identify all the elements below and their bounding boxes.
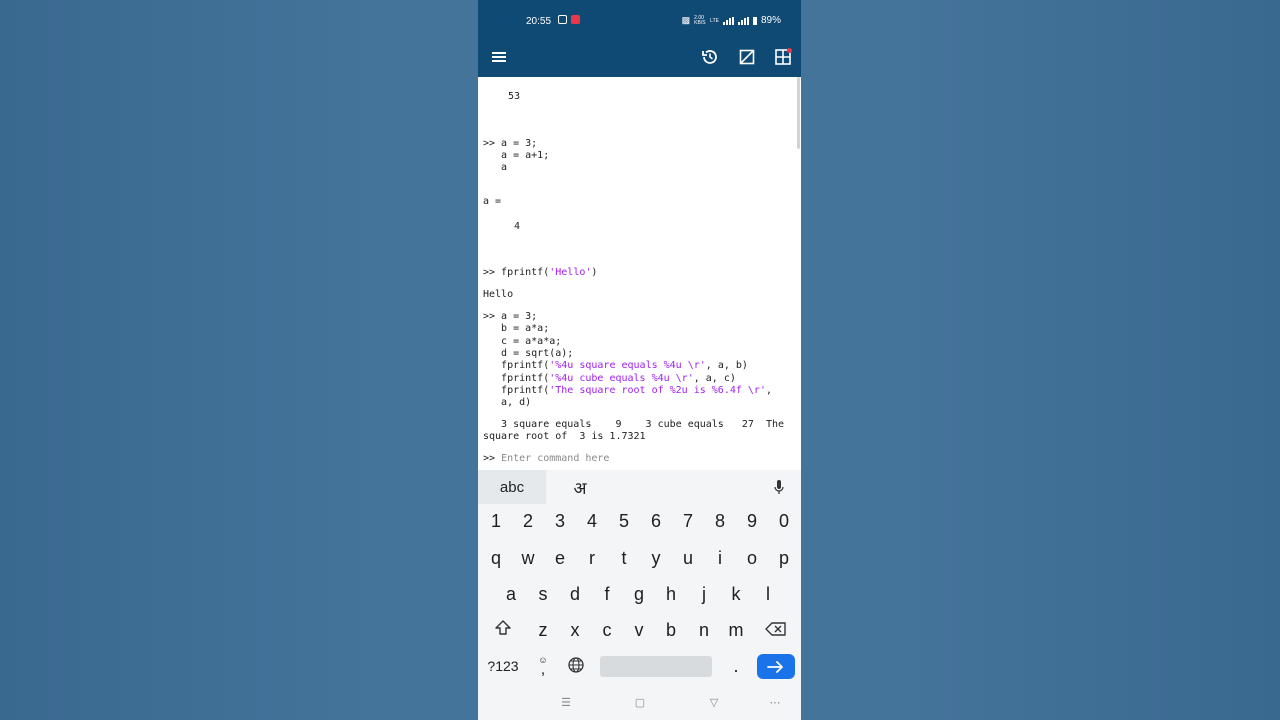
key-b[interactable]: b: [656, 618, 686, 642]
system-nav-bar: ☰ ▢ ▽ ⋯: [478, 688, 801, 720]
command-input-row[interactable]: >> Enter command here: [483, 453, 609, 465]
key-y[interactable]: y: [641, 546, 671, 570]
signal-icon: [722, 16, 734, 25]
key-9[interactable]: 9: [737, 509, 767, 533]
key-o[interactable]: o: [737, 546, 767, 570]
soft-keyboard: abc अ 1 2 3 4 5 6 7 8 9 0 q w e r t y u …: [478, 470, 801, 688]
command-window[interactable]: 53 >> a = 3; a = a+1; a a = 4 >> fprintf…: [478, 77, 801, 470]
key-m[interactable]: m: [721, 618, 751, 642]
tab-abc[interactable]: abc: [478, 470, 546, 504]
phone-screen: 20:55 ▩ 2.00 KB/S LTE 89% 53 >> a = 3; a…: [478, 0, 801, 720]
command-line: b = a*a;: [483, 323, 550, 334]
back-icon[interactable]: ▽: [704, 696, 724, 709]
enter-key[interactable]: [757, 654, 795, 679]
command-line: a = a+1;: [483, 150, 550, 161]
history-icon[interactable]: [697, 44, 723, 70]
status-time: 20:55: [526, 16, 552, 27]
output-line: 53: [508, 91, 521, 102]
key-g[interactable]: g: [624, 582, 654, 606]
key-w[interactable]: w: [513, 546, 543, 570]
key-0[interactable]: 0: [769, 509, 799, 533]
output-line: square root of 3 is 1.7321: [483, 431, 646, 442]
key-a[interactable]: a: [496, 582, 526, 606]
prompt-label: >>: [483, 453, 496, 464]
key-s[interactable]: s: [528, 582, 558, 606]
lte-label: LTE: [710, 17, 719, 24]
backspace-icon[interactable]: [761, 619, 791, 643]
comma-key[interactable]: ☺ ,: [530, 656, 556, 678]
key-c[interactable]: c: [592, 618, 622, 642]
tab-hindi[interactable]: अ: [558, 470, 602, 504]
output-line: Hello: [483, 289, 514, 300]
instagram-icon: [558, 15, 567, 24]
command-line: fprintf('%4u square equals %4u \r', a, b…: [483, 360, 748, 371]
keyboard-toolbar: abc अ: [478, 470, 801, 504]
key-j[interactable]: j: [689, 582, 719, 606]
status-right: ▩ 2.00 KB/S LTE 89%: [682, 15, 781, 26]
key-z[interactable]: z: [528, 618, 558, 642]
home-icon[interactable]: ▢: [630, 696, 650, 709]
key-r[interactable]: r: [577, 546, 607, 570]
key-p[interactable]: p: [769, 546, 799, 570]
comma-label: ,: [540, 661, 546, 678]
status-bar: 20:55 ▩ 2.00 KB/S LTE 89%: [478, 0, 801, 40]
recording-icon: [571, 15, 580, 24]
key-n[interactable]: n: [689, 618, 719, 642]
key-7[interactable]: 7: [673, 509, 703, 533]
key-l[interactable]: l: [753, 582, 783, 606]
key-v[interactable]: v: [624, 618, 654, 642]
command-line: >> a = 3;: [483, 311, 538, 322]
command-line: a: [483, 162, 508, 173]
key-t[interactable]: t: [609, 546, 639, 570]
key-q[interactable]: q: [481, 546, 511, 570]
net-speed: 2.00 KB/S: [694, 14, 706, 26]
arrow-right-icon: [767, 660, 783, 673]
command-line: c = a*a*a;: [483, 336, 562, 347]
key-8[interactable]: 8: [705, 509, 735, 533]
output-line: 3 square equals 9 3 cube equals 27 The: [483, 419, 785, 430]
layout-icon[interactable]: [770, 44, 796, 70]
key-u[interactable]: u: [673, 546, 703, 570]
key-1[interactable]: 1: [481, 509, 511, 533]
key-h[interactable]: h: [656, 582, 686, 606]
symbols-key[interactable]: ?123: [484, 654, 522, 678]
shift-icon[interactable]: [488, 619, 518, 643]
key-i[interactable]: i: [705, 546, 735, 570]
scrollbar[interactable]: [797, 77, 800, 149]
battery-icon: [752, 16, 757, 25]
key-5[interactable]: 5: [609, 509, 639, 533]
key-4[interactable]: 4: [577, 509, 607, 533]
command-line: d = sqrt(a);: [483, 348, 574, 359]
command-line: a, d): [483, 397, 532, 408]
key-2[interactable]: 2: [513, 509, 543, 533]
command-input[interactable]: Enter command here: [501, 453, 609, 464]
signal-icon-2: [737, 16, 749, 25]
keyboard-hide-icon[interactable]: ⋯: [765, 696, 785, 709]
vibrate-icon: ▩: [681, 15, 691, 25]
app-bar: [478, 36, 801, 77]
key-f[interactable]: f: [592, 582, 622, 606]
key-x[interactable]: x: [560, 618, 590, 642]
period-key[interactable]: .: [721, 654, 751, 678]
key-6[interactable]: 6: [641, 509, 671, 533]
output-line: 4: [514, 221, 521, 232]
space-bar[interactable]: [600, 656, 712, 677]
command-line: fprintf('%4u cube equals %4u \r', a, c): [483, 373, 736, 384]
key-3[interactable]: 3: [545, 509, 575, 533]
key-k[interactable]: k: [721, 582, 751, 606]
key-e[interactable]: e: [545, 546, 575, 570]
recents-icon[interactable]: ☰: [556, 696, 576, 709]
command-line: fprintf('The square root of %2u is %6.4f…: [483, 385, 773, 396]
microphone-icon[interactable]: [768, 470, 790, 504]
command-line: >> fprintf('Hello'): [483, 267, 598, 278]
menu-icon[interactable]: [486, 44, 512, 70]
notification-icons: [558, 15, 580, 24]
key-d[interactable]: d: [560, 582, 590, 606]
command-line: >> a = 3;: [483, 138, 538, 149]
globe-icon[interactable]: [561, 656, 591, 680]
output-line: a =: [483, 196, 502, 207]
clear-icon[interactable]: [734, 44, 760, 70]
battery-percent: 89%: [760, 15, 781, 26]
